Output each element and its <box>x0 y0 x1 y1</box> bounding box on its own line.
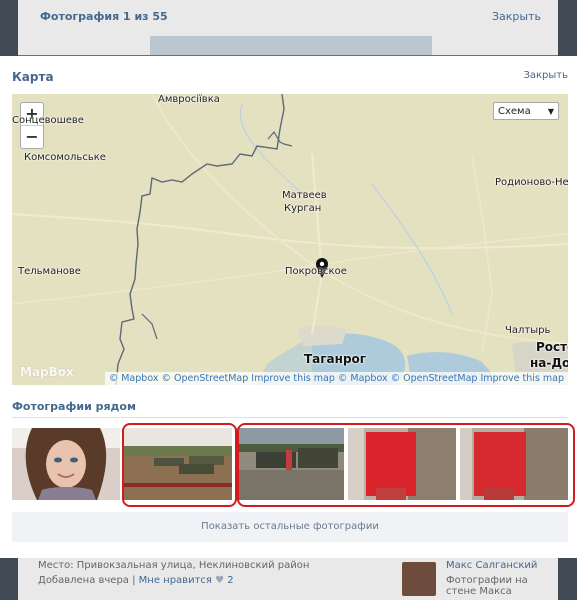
map-view[interactable]: + − Схема ▼ Амвросіївка Сонцевошеве Комс… <box>12 94 568 385</box>
map-modal: Карта Закрыть + − Схема ▼ Амвросіївка Со… <box>0 56 577 558</box>
modal-close-link[interactable]: Закрыть <box>523 70 568 81</box>
user-album-link[interactable]: Фотографии на стене Макса <box>446 575 556 597</box>
show-more-photos-button[interactable]: Показать остальные фотографии <box>12 512 568 542</box>
viewer-close-link[interactable]: Закрыть <box>492 10 541 23</box>
like-count: 2 <box>227 575 234 586</box>
photo-place: Место: Привокзальная улица, Неклиновский… <box>38 560 310 571</box>
modal-title: Карта <box>12 70 54 84</box>
map-label-rodionovo: Родионово-Не <box>495 177 568 188</box>
avatar[interactable] <box>402 562 436 596</box>
map-label-komsomolske: Комсомольське <box>24 152 106 163</box>
mapbox-logo[interactable]: MapBox <box>20 365 74 379</box>
photo-counter: Фотография 1 из 55 <box>40 10 168 23</box>
nearby-photo[interactable] <box>12 428 120 500</box>
chevron-down-icon: ▼ <box>547 107 554 116</box>
map-label-solntsevo: Сонцевошеве <box>12 115 84 126</box>
photo-meta: Добавлена вчера | Мне нравится ♥ 2 <box>38 575 234 586</box>
map-style-select[interactable]: Схема ▼ <box>493 102 559 120</box>
map-canvas <box>12 94 568 385</box>
nearby-photos-title: Фотографии рядом <box>12 400 136 413</box>
map-label-matveev: Матвеев <box>282 190 327 201</box>
heart-icon[interactable]: ♥ <box>215 575 224 586</box>
zoom-out-button[interactable]: − <box>21 125 43 148</box>
highlight-ring <box>122 423 237 507</box>
divider <box>12 417 568 418</box>
user-name-link[interactable]: Макс Салганский <box>446 560 537 571</box>
map-label-kurgan: Курган <box>284 203 322 214</box>
map-label-rostov-line2: на-До <box>530 356 568 370</box>
like-link[interactable]: Мне нравится <box>139 575 212 586</box>
map-label-taganrog: Таганрог <box>304 352 367 366</box>
map-attribution[interactable]: © Mapbox © OpenStreetMap Improve this ma… <box>104 372 568 385</box>
map-style-value: Схема <box>498 106 531 117</box>
photo-preview <box>150 36 432 55</box>
map-label-telmanove: Тельманове <box>18 266 81 277</box>
map-label-rostov-line1: Росто <box>536 340 568 354</box>
map-label-chaltyr: Чалтырь <box>505 325 551 336</box>
map-label-amvrosiivka: Амвросіївка <box>158 94 220 105</box>
added-date: Добавлена вчера <box>38 575 129 586</box>
map-label-pokrovskoe: Покровское <box>285 266 347 277</box>
highlight-ring <box>237 423 575 507</box>
